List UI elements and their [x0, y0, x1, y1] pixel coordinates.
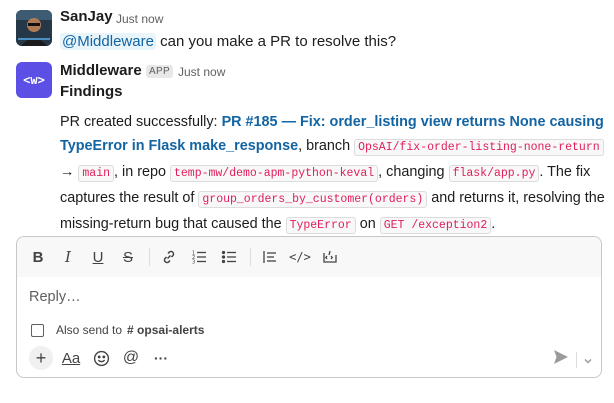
author-name[interactable]: SanJay: [60, 8, 113, 25]
bulleted-list-icon[interactable]: [218, 246, 240, 268]
blockquote-icon[interactable]: [259, 246, 281, 268]
text-format-icon[interactable]: Aa: [59, 346, 83, 370]
svg-text:3: 3: [192, 260, 195, 266]
code-icon[interactable]: </>: [289, 246, 311, 268]
app-badge: APP: [146, 65, 173, 78]
app-avatar[interactable]: <w>: [16, 62, 52, 98]
toolbar-divider: [250, 248, 251, 266]
toolbar-divider: [149, 248, 150, 266]
message-text: @Middleware can you make a PR to resolve…: [60, 31, 396, 53]
author-name[interactable]: Middleware: [60, 62, 142, 79]
message-composer[interactable]: B I U S 123 </> Reply… Also send to # op…: [16, 236, 602, 378]
also-send-option[interactable]: Also send to # opsai-alerts: [31, 323, 204, 337]
avatar[interactable]: [16, 10, 52, 46]
italic-icon[interactable]: I: [57, 246, 79, 268]
mention-link[interactable]: @Middleware: [60, 33, 156, 50]
findings-heading: Findings: [60, 83, 123, 100]
file-code: flask/app.py: [448, 165, 540, 182]
formatting-toolbar: B I U S 123 </>: [17, 237, 601, 277]
timestamp[interactable]: Just now: [116, 12, 163, 26]
message-body: can you make a PR to resolve this?: [155, 33, 397, 50]
emoji-icon[interactable]: [89, 346, 113, 370]
strikethrough-icon[interactable]: S: [117, 246, 139, 268]
send-icon[interactable]: [553, 349, 569, 368]
channel-name[interactable]: # opsai-alerts: [127, 323, 204, 337]
link-icon[interactable]: [158, 246, 180, 268]
message-body: PR created successfully: PR #185 — Fix: …: [60, 114, 605, 234]
repo-code: temp-mw/demo-apm-python-keval: [170, 165, 379, 182]
branch-code: OpsAI/fix-order-listing-none-return: [354, 139, 604, 156]
target-branch-code: main: [78, 165, 114, 182]
ordered-list-icon[interactable]: 123: [188, 246, 210, 268]
send-divider: [576, 352, 577, 368]
underline-icon[interactable]: U: [87, 246, 109, 268]
bold-icon[interactable]: B: [27, 246, 49, 268]
mention-icon[interactable]: @: [119, 346, 143, 370]
error-code: TypeError: [285, 217, 356, 234]
timestamp[interactable]: Just now: [178, 65, 225, 79]
plus-icon[interactable]: +: [29, 346, 53, 370]
also-send-checkbox[interactable]: [31, 323, 44, 337]
endpoint-code: GET /exception2: [379, 217, 492, 234]
function-code: group_orders_by_customer(orders): [198, 191, 428, 208]
also-send-label: Also send to: [56, 323, 123, 337]
more-icon[interactable]: ···: [149, 346, 173, 370]
code-block-icon[interactable]: [319, 246, 341, 268]
composer-actions: + Aa @ ···: [29, 345, 591, 371]
middleware-logo-icon: <w>: [23, 73, 45, 87]
chevron-down-icon[interactable]: [583, 356, 593, 369]
reply-input[interactable]: Reply…: [29, 289, 81, 305]
